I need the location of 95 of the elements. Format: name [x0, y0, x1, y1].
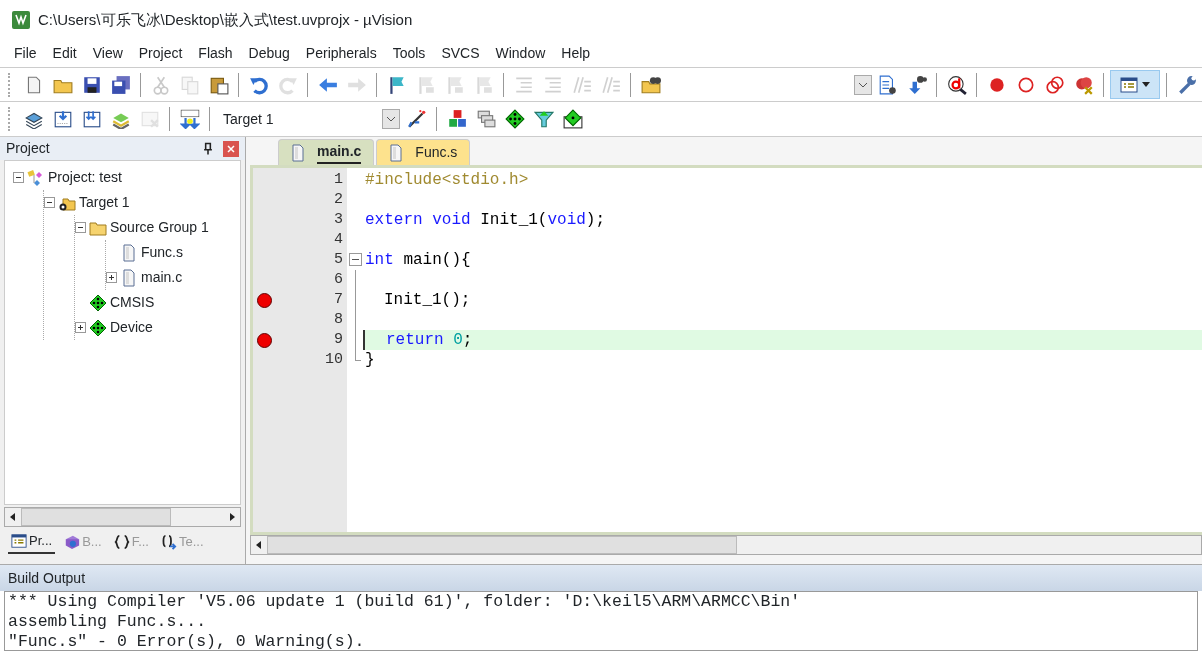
code-line: #include<stdio.h> — [364, 170, 530, 190]
collapse-toggle[interactable] — [13, 172, 24, 183]
menu-item[interactable]: File — [6, 43, 45, 64]
comment-icon — [571, 74, 592, 95]
magic-wand-icon — [406, 109, 427, 129]
line-number: 1 — [334, 169, 343, 190]
menu-item[interactable]: Peripherals — [297, 43, 385, 64]
line-number: 10 — [325, 349, 343, 370]
pin-icon — [201, 141, 215, 156]
line-number: 4 — [334, 229, 343, 250]
caret-icon — [1142, 82, 1150, 87]
build-icon — [52, 109, 73, 129]
menu-item[interactable]: Help — [553, 43, 599, 64]
app-logo-icon — [12, 11, 30, 29]
line-number: 6 — [334, 269, 343, 290]
line-number: 7 — [334, 289, 343, 310]
save-icon — [81, 74, 102, 95]
line-number: 3 — [334, 209, 343, 230]
code-line: } — [364, 350, 376, 370]
close-button[interactable] — [223, 140, 239, 157]
menu-item[interactable]: SVCS — [433, 43, 488, 64]
funnel-icon — [533, 109, 554, 129]
horizontal-scrollbar[interactable] — [250, 535, 1202, 555]
breakpoint-marker[interactable] — [257, 332, 272, 348]
breakpoint-rings-icon — [1044, 74, 1065, 95]
output-line: *** Using Compiler 'V5.06 update 1 (build 61)', folder: 'D:\keil5\ARM\ARMCC\Bin' — [8, 592, 802, 612]
copy-icon — [179, 74, 200, 95]
menu-item[interactable]: Debug — [240, 43, 298, 64]
binoculars-arrow-icon — [906, 74, 927, 95]
menu-item[interactable]: Flash — [190, 43, 241, 64]
diamond-book-icon — [562, 109, 583, 129]
code-line: int main(){ — [364, 250, 472, 270]
tree-item[interactable]: main.c — [141, 267, 183, 288]
code-line: Init_1(); — [383, 290, 472, 310]
comment-icon — [600, 74, 621, 95]
output-line: assembling Func.s... — [8, 612, 208, 632]
scroll-thumb[interactable] — [267, 536, 737, 554]
file-icon — [289, 143, 307, 162]
stop-build-icon — [139, 109, 160, 129]
line-number: 5 — [334, 249, 343, 270]
output-line: "Func.s" - 0 Error(s), 0 Warning(s). — [8, 632, 366, 652]
menu-item[interactable]: Project — [130, 43, 191, 64]
code-editor[interactable]: 1 #include<stdio.h> 2 3 extern void Init_1(void); 4 5 int main(){ 6 7 Init_1(); 8 9 return 0; 10 } — [250, 165, 1202, 535]
line-number: 9 — [334, 329, 343, 350]
tree-item[interactable]: Func.s — [141, 242, 183, 263]
templates-icon — [161, 534, 177, 550]
collapse-toggle[interactable] — [75, 222, 86, 233]
diamond-icon — [504, 109, 525, 129]
window-toggle-button[interactable] — [1110, 70, 1160, 99]
tree-item[interactable]: Source Group 1 — [110, 217, 209, 238]
menu-item[interactable]: View — [84, 43, 131, 64]
editor-tab[interactable]: main.c — [278, 139, 375, 165]
code-line: extern void Init_1(void); — [364, 210, 607, 230]
line-number: 2 — [334, 189, 343, 210]
folder-binoculars-icon — [640, 74, 661, 95]
tree-item[interactable]: CMSIS — [110, 292, 155, 313]
panel-title: Build Output — [8, 568, 86, 588]
panel-title: Project — [6, 139, 50, 158]
tree-item[interactable]: Target 1 — [79, 192, 130, 213]
load-icon — [179, 109, 200, 129]
fold-toggle[interactable] — [349, 253, 362, 266]
component-diamond-icon — [89, 318, 107, 337]
expand-toggle[interactable] — [106, 272, 117, 283]
rebuild-icon — [81, 109, 102, 129]
menu-item[interactable]: Window — [487, 43, 554, 64]
close-icon — [227, 144, 235, 153]
debug-magnifier-icon — [946, 74, 967, 95]
editor-tab[interactable]: Func.s — [376, 139, 471, 165]
functions-icon — [113, 534, 130, 550]
wrench-icon — [1176, 74, 1197, 95]
find-document-icon — [877, 74, 898, 95]
expand-toggle[interactable] — [75, 322, 86, 333]
component-diamond-icon — [89, 293, 107, 312]
window-icon — [1120, 75, 1138, 94]
breakpoint-marker[interactable] — [257, 292, 272, 308]
file-icon — [120, 243, 138, 262]
file-icon — [120, 268, 138, 287]
menu-item[interactable]: Tools — [384, 43, 434, 64]
windows-icon — [475, 109, 496, 129]
project-icon — [27, 168, 45, 187]
save-all-icon — [110, 74, 131, 95]
window-title: C:\Users\可乐飞冰\Desktop\嵌入式\test.uvprojx - µVision — [38, 9, 413, 30]
project-icon — [11, 533, 27, 549]
blocks-icon — [446, 109, 467, 129]
dropdown-button[interactable] — [854, 74, 872, 95]
menu-item[interactable]: Edit — [44, 43, 85, 64]
horizontal-scrollbar[interactable] — [4, 507, 241, 527]
scroll-thumb[interactable] — [21, 508, 171, 526]
breakpoint-cross-icon — [1073, 74, 1094, 95]
tree-item[interactable]: Project: test — [48, 167, 122, 188]
line-number: 8 — [334, 309, 343, 330]
panel-tab[interactable]: Pr... — [8, 530, 56, 554]
tree-item[interactable]: Device — [110, 317, 153, 338]
collapse-toggle[interactable] — [44, 197, 55, 208]
books-icon — [64, 534, 81, 550]
